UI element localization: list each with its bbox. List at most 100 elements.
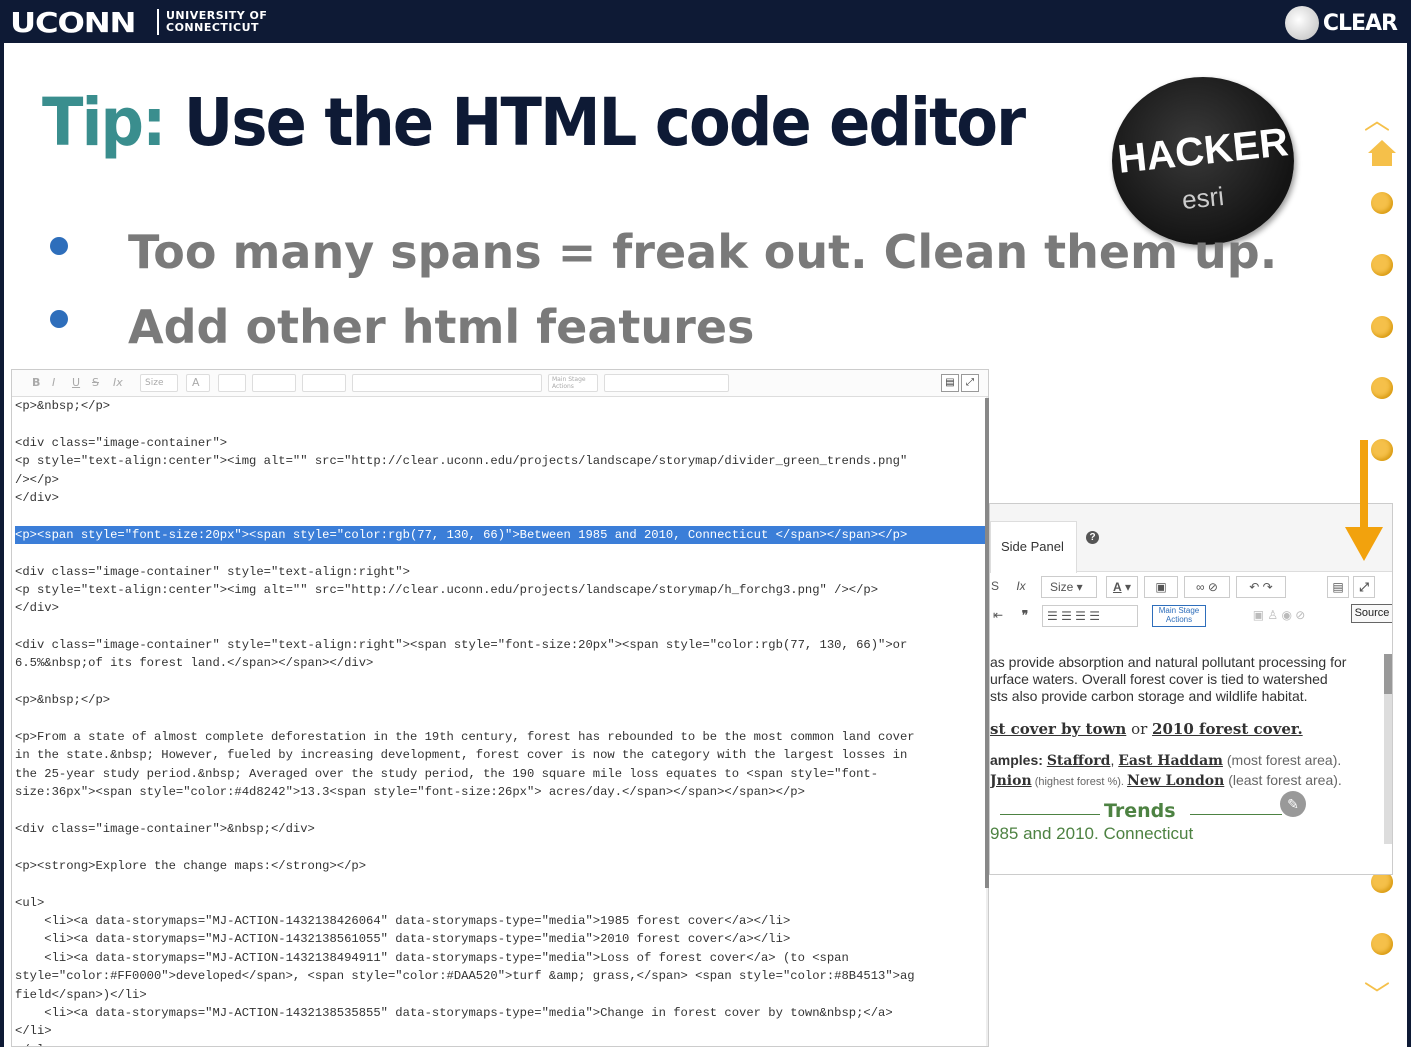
format-buttons[interactable] bbox=[352, 374, 542, 392]
trends-divider: Trends ✎ bbox=[990, 791, 1392, 825]
code-line[interactable] bbox=[15, 875, 987, 893]
forest-2010-link[interactable]: 2010 forest cover. bbox=[1152, 720, 1303, 738]
action-icons[interactable]: ▣ ♙ ◉ ⊘ bbox=[1214, 605, 1344, 627]
source-button[interactable]: ▤ bbox=[941, 374, 959, 392]
code-line[interactable]: <p>&nbsp;</p> bbox=[15, 691, 987, 709]
code-line[interactable]: </div> bbox=[15, 599, 987, 617]
size-dropdown[interactable]: Size ▾ bbox=[1041, 576, 1097, 598]
nav-dot[interactable] bbox=[1371, 192, 1393, 214]
code-line[interactable]: <p>&nbsp;</p> bbox=[15, 397, 987, 415]
code-line[interactable]: <div class="image-container" style="text… bbox=[15, 563, 987, 581]
code-line[interactable]: <div class="image-container"> bbox=[15, 434, 987, 452]
union-link[interactable]: Jnion bbox=[990, 773, 1032, 789]
new-london-link[interactable]: New London bbox=[1127, 773, 1224, 789]
home-icon[interactable] bbox=[1366, 138, 1398, 168]
code-line[interactable]: </div> bbox=[15, 489, 987, 507]
source-button[interactable]: ▤ bbox=[1327, 576, 1349, 598]
code-line[interactable]: <ul> bbox=[15, 894, 987, 912]
code-line[interactable] bbox=[15, 544, 987, 562]
blockquote-button[interactable]: ❞ bbox=[1016, 605, 1034, 627]
strike-button[interactable]: S bbox=[92, 376, 99, 389]
code-line[interactable]: <p style="text-align:center"><img alt=""… bbox=[15, 581, 987, 599]
maximize-icon[interactable]: ⤢ bbox=[961, 374, 979, 392]
code-line[interactable]: <p><strong>Explore the change maps:</str… bbox=[15, 857, 987, 875]
action-icons[interactable] bbox=[604, 374, 729, 392]
clear-format-button[interactable]: Ix bbox=[1012, 576, 1030, 598]
align-buttons[interactable]: ☰ ☰ ☰ ☰ bbox=[1042, 605, 1138, 627]
code-line[interactable]: 6.5%&nbsp;of its forest land.</span></sp… bbox=[15, 654, 987, 672]
code-line[interactable]: /></p> bbox=[15, 471, 987, 489]
code-line[interactable]: the 25-year study period.&nbsp; Averaged… bbox=[15, 765, 987, 783]
strike-button[interactable]: S bbox=[990, 576, 1000, 598]
underline-button[interactable]: U bbox=[72, 376, 80, 389]
clear-format-button[interactable]: Ix bbox=[113, 376, 123, 389]
code-line[interactable]: <li><a data-storymaps="MJ-ACTION-1432138… bbox=[15, 912, 987, 930]
html-code-editor[interactable]: B I U S Ix Size A Main Stage Actions ▤ ⤢… bbox=[11, 369, 989, 1047]
content-line-3: sts also provide carbon storage and wild… bbox=[990, 688, 1308, 704]
help-icon[interactable]: ? bbox=[1086, 531, 1099, 544]
nav-dot[interactable] bbox=[1371, 316, 1393, 338]
code-line[interactable] bbox=[15, 802, 987, 820]
uconn-logo: UCONN bbox=[10, 6, 136, 39]
east-haddam-link[interactable]: East Haddam bbox=[1118, 753, 1223, 769]
code-line[interactable]: </ul> bbox=[15, 1041, 987, 1046]
tab-side-panel[interactable]: Side Panel bbox=[990, 521, 1077, 573]
nav-dot[interactable] bbox=[1371, 254, 1393, 276]
media-button[interactable] bbox=[218, 374, 246, 392]
highest-forest-note: (highest forest %). bbox=[1031, 776, 1128, 788]
nav-dot[interactable] bbox=[1371, 377, 1393, 399]
font-color-label: A bbox=[1112, 580, 1122, 594]
logo-divider bbox=[157, 9, 159, 35]
maximize-icon[interactable]: ⤢ bbox=[1353, 576, 1375, 598]
size-label: Size bbox=[1050, 580, 1074, 594]
code-line-selected[interactable]: <p><span style="font-size:20px"><span st… bbox=[15, 525, 987, 545]
badge-text-esri: esri bbox=[1180, 180, 1226, 216]
panel-scrollbar-thumb[interactable] bbox=[1384, 654, 1392, 694]
main-stage-actions-button[interactable]: Main Stage Actions bbox=[1152, 605, 1206, 627]
font-color-button[interactable]: A ▾ bbox=[1106, 576, 1138, 598]
code-line[interactable]: </li> bbox=[15, 1022, 987, 1040]
code-line[interactable]: <div class="image-container">&nbsp;</div… bbox=[15, 820, 987, 838]
nav-down-chevron-icon[interactable]: ﹀ bbox=[1364, 975, 1390, 1012]
side-panel-editor[interactable]: Side Panel ? S Ix Size ▾ A ▾ ▣ ∞ ⊘ ↶ ↷ ▤… bbox=[989, 503, 1393, 875]
code-line[interactable]: style="color:#FF0000">developed</span>, … bbox=[15, 967, 987, 985]
clear-logo-text: CLEAR bbox=[1322, 10, 1398, 36]
code-line[interactable]: <div class="image-container" style="text… bbox=[15, 636, 987, 654]
content-line-7: 985 and 2010, Connecticut bbox=[990, 825, 1194, 839]
code-line[interactable]: <p style="text-align:center"><img alt=""… bbox=[15, 452, 987, 470]
content-line-2: urface waters. Overall forest cover is t… bbox=[990, 671, 1328, 687]
undo-redo-buttons[interactable] bbox=[302, 374, 346, 392]
media-button[interactable]: ▣ bbox=[1144, 576, 1178, 598]
link-buttons[interactable]: ∞ ⊘ bbox=[1184, 576, 1230, 598]
title-rest: Use the HTML code editor bbox=[164, 84, 1026, 161]
examples-label: amples: bbox=[990, 752, 1047, 768]
italic-button[interactable]: I bbox=[52, 376, 55, 389]
content-line-6: Jnion (highest forest %). New London (le… bbox=[990, 772, 1392, 791]
code-line[interactable]: field</span>)</li> bbox=[15, 986, 987, 1004]
forest-by-town-link[interactable]: st cover by town bbox=[990, 720, 1126, 738]
undo-redo-buttons[interactable]: ↶ ↷ bbox=[1236, 576, 1286, 598]
code-line[interactable] bbox=[15, 507, 987, 525]
code-line[interactable]: <li><a data-storymaps="MJ-ACTION-1432138… bbox=[15, 1004, 987, 1022]
edit-pencil-icon[interactable]: ✎ bbox=[1280, 791, 1306, 817]
code-line[interactable] bbox=[15, 673, 987, 691]
link-buttons[interactable] bbox=[252, 374, 296, 392]
stafford-link[interactable]: Stafford bbox=[1047, 753, 1111, 769]
nav-dot[interactable] bbox=[1371, 933, 1393, 955]
nav-dot[interactable] bbox=[1371, 439, 1393, 461]
code-line[interactable] bbox=[15, 415, 987, 433]
nav-up-chevron-icon[interactable]: ︿ bbox=[1364, 100, 1390, 137]
code-line[interactable]: size:36px"><span style="color:#4d8242">1… bbox=[15, 783, 987, 801]
indent-button[interactable]: ⇤ bbox=[990, 605, 1006, 627]
code-line[interactable]: <li><a data-storymaps="MJ-ACTION-1432138… bbox=[15, 949, 987, 967]
code-line[interactable]: in the state.&nbsp; However, fueled by i… bbox=[15, 746, 987, 764]
bold-button[interactable]: B bbox=[32, 376, 40, 389]
clear-globe-icon bbox=[1284, 6, 1319, 40]
code-line[interactable]: <li><a data-storymaps="MJ-ACTION-1432138… bbox=[15, 930, 987, 948]
code-line[interactable] bbox=[15, 618, 987, 636]
panel-toolbar-row-2: ⇤ ❞ ☰ ☰ ☰ ☰ Main Stage Actions ▣ ♙ ◉ ⊘ bbox=[990, 601, 1392, 633]
code-area[interactable]: <p>&nbsp;</p> <div class="image-container… bbox=[15, 397, 987, 1046]
code-line[interactable]: <p>From a state of almost complete defor… bbox=[15, 728, 987, 746]
code-line[interactable] bbox=[15, 838, 987, 856]
code-line[interactable] bbox=[15, 710, 987, 728]
